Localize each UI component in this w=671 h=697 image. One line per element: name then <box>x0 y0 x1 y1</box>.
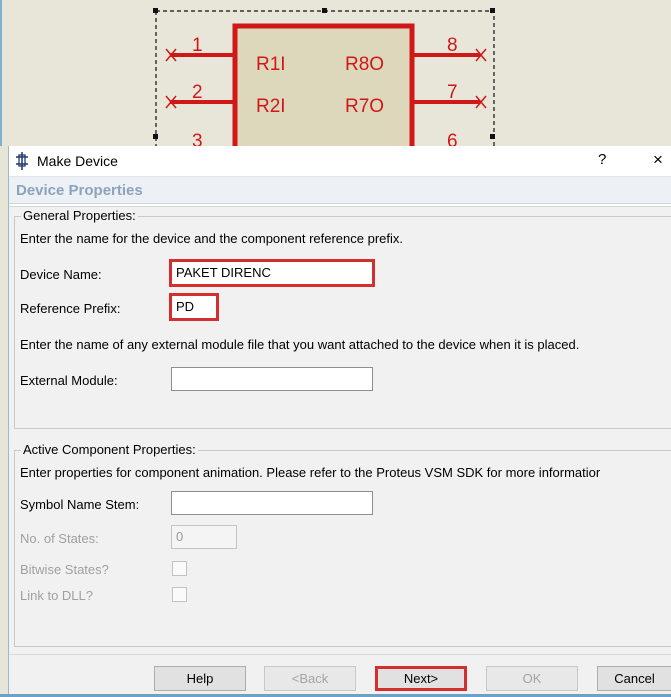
schematic-canvas[interactable]: 1 2 3 8 7 6 R1I R2I R8O R7O <box>0 0 671 148</box>
selection-handle <box>490 8 495 13</box>
next-button[interactable]: Next> <box>375 666 467 691</box>
window-title: Make Device <box>37 153 118 169</box>
selection-handle <box>490 134 495 139</box>
make-device-icon <box>16 152 28 170</box>
pin-name: R1I <box>256 54 286 75</box>
general-properties-group: General Properties: Enter the name for t… <box>14 208 671 429</box>
number-of-states-label: No. of States: <box>20 531 99 546</box>
cancel-button[interactable]: Cancel <box>597 666 671 691</box>
device-name-field[interactable]: PAKET DIRENC <box>169 259 375 287</box>
general-intro-text: Enter the name for the device and the co… <box>20 231 404 246</box>
component-body <box>232 23 415 148</box>
pin-number: 2 <box>192 82 203 103</box>
title-bar[interactable]: Make Device ? × <box>9 146 671 176</box>
symbol-name-stem-label: Symbol Name Stem: <box>20 497 140 512</box>
symbol-name-stem-field[interactable] <box>171 491 373 515</box>
selection-handle <box>322 8 327 13</box>
button-bar: Help <Back Next> OK Cancel <box>9 654 671 697</box>
link-to-dll-checkbox <box>172 587 187 602</box>
number-of-states-field: 0 <box>171 525 237 549</box>
bitwise-states-checkbox <box>172 561 187 576</box>
back-button: <Back <box>264 666 356 691</box>
dialog-body: General Properties: Enter the name for t… <box>9 206 671 654</box>
reference-prefix-label: Reference Prefix: <box>20 301 121 316</box>
help-button[interactable]: Help <box>154 666 246 691</box>
reference-prefix-field[interactable]: PD <box>169 293 219 321</box>
module-intro-text: Enter the name of any external module fi… <box>20 337 580 352</box>
bitwise-states-label: Bitwise States? <box>20 562 109 577</box>
active-component-properties-group: Active Component Properties: Enter prope… <box>14 442 671 647</box>
general-properties-legend: General Properties: <box>21 208 138 223</box>
pin-name: R2I <box>256 96 286 117</box>
close-icon[interactable]: × <box>653 150 663 170</box>
make-device-dialog: Make Device ? × Device Properties Genera… <box>8 146 671 697</box>
pin-name: R7O <box>345 96 384 117</box>
page-header: Device Properties <box>9 176 671 204</box>
help-icon[interactable]: ? <box>598 151 606 168</box>
selection-handle <box>153 134 158 139</box>
pin-name: R8O <box>345 54 384 75</box>
page-title: Device Properties <box>16 182 143 199</box>
component-symbol[interactable]: 1 2 3 8 7 6 R1I R2I R8O R7O <box>0 0 671 148</box>
pin-number: 8 <box>447 35 458 56</box>
external-module-label: External Module: <box>20 373 118 388</box>
ok-button: OK <box>486 666 578 691</box>
pin-number: 7 <box>447 82 458 103</box>
active-properties-legend: Active Component Properties: <box>21 442 198 457</box>
active-intro-text: Enter properties for component animation… <box>20 465 601 480</box>
selection-handle <box>153 8 158 13</box>
external-module-field[interactable] <box>171 367 373 391</box>
frame-gutter <box>0 146 8 697</box>
device-name-label: Device Name: <box>20 267 102 282</box>
link-to-dll-label: Link to DLL? <box>20 588 93 603</box>
pin-number: 1 <box>192 35 203 56</box>
